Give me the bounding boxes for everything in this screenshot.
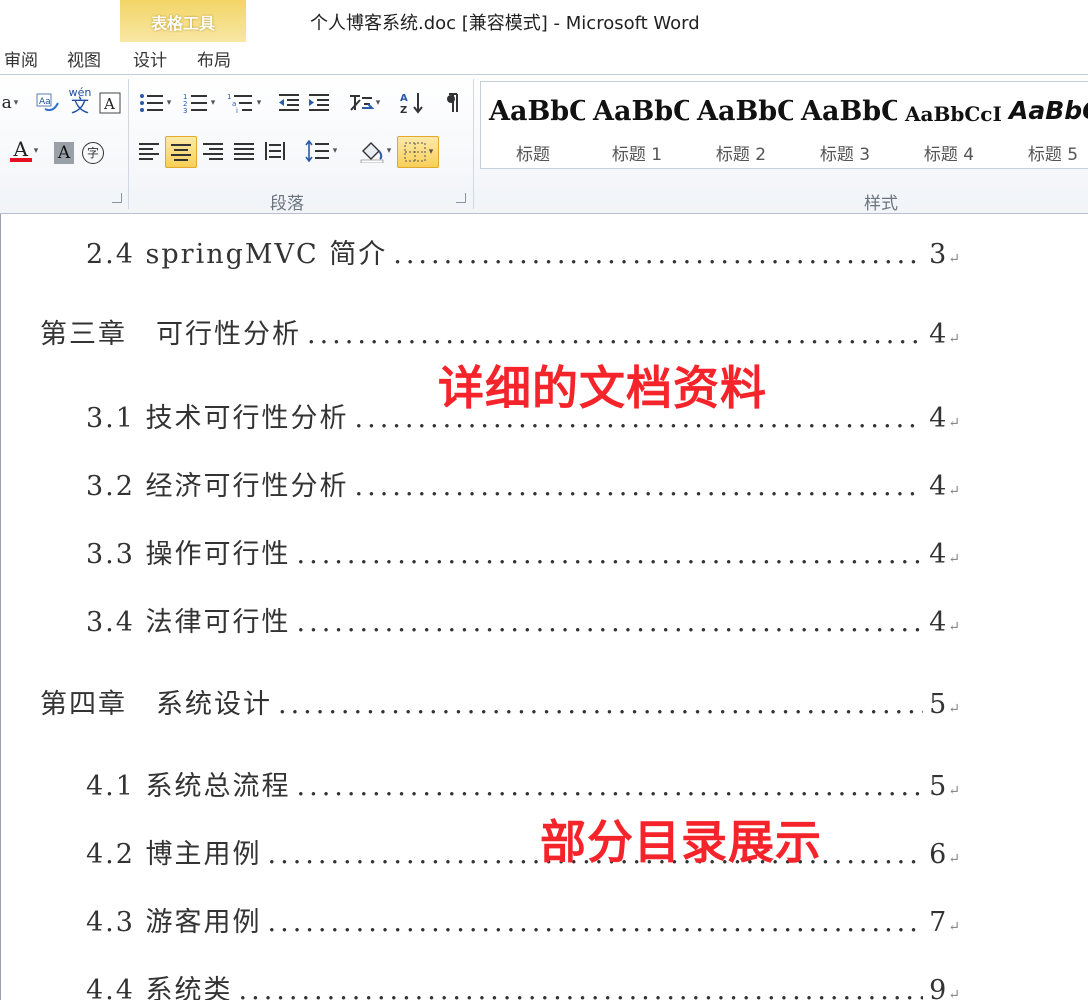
shading-bucket-icon[interactable]: ▾ [354, 137, 396, 165]
decrease-indent-icon[interactable] [276, 89, 302, 117]
toc-entry[interactable]: 第四章 系统设计 ...............................… [40, 682, 960, 722]
toc-entry[interactable]: 第三章 可行性分析 ..............................… [40, 312, 960, 352]
distributed-icon[interactable] [262, 137, 288, 165]
multilevel-list-icon[interactable]: 1 a i ▾ [224, 89, 264, 117]
tab-review[interactable]: 审阅 [4, 46, 38, 71]
svg-text:Aa: Aa [39, 97, 51, 107]
toc-leader: ........................................… [296, 539, 924, 570]
svg-text:i: i [236, 107, 238, 114]
toc-leader: ........................................… [296, 771, 924, 802]
character-shading-icon[interactable]: A [52, 139, 76, 167]
toc-entry[interactable]: 2.4 springMVC 简介 .......................… [86, 232, 960, 272]
enclose-characters-icon[interactable]: 字 [80, 139, 106, 167]
svg-text:3: 3 [183, 107, 187, 114]
ribbon-tabs: 审阅 视图 设计 布局 [0, 42, 1088, 74]
document-page[interactable]: 2.4 springMVC 简介 .......................… [0, 214, 1088, 1000]
toc-leader: ........................................… [393, 239, 923, 270]
justify-icon[interactable] [231, 137, 257, 165]
font-dialog-launcher-icon[interactable] [112, 193, 122, 203]
numbering-icon[interactable]: 1 2 3 ▾ [180, 89, 218, 117]
phonetic-guide-icon[interactable]: wén 文 [66, 87, 94, 116]
overlay-caption-top: 详细的文档资料 [438, 361, 767, 415]
font-color-swatch [9, 158, 32, 162]
align-right-icon[interactable] [200, 137, 226, 165]
style-heading-4[interactable]: AaBbCcI 标题 4 [897, 82, 1001, 168]
toc-leader: ........................................… [267, 907, 924, 938]
toc-leader: ........................................… [354, 471, 924, 502]
svg-text:1: 1 [227, 93, 231, 101]
bullets-icon[interactable]: ▾ [136, 89, 174, 117]
tab-design[interactable]: 设计 [133, 46, 167, 71]
toc-leader: ........................................… [296, 607, 924, 638]
toc-entry[interactable]: 4.2 博主用例 ...............................… [86, 832, 960, 872]
font-color-button[interactable]: A ▾ [4, 137, 44, 165]
group-separator [473, 79, 474, 209]
table-tools-header: 表格工具 [120, 0, 246, 42]
show-formatting-marks-icon[interactable] [442, 89, 466, 117]
sort-icon[interactable]: A Z [398, 89, 426, 117]
toc-entry[interactable]: 3.3 操作可行性 ..............................… [86, 532, 960, 572]
window-title: 个人博客系统.doc [兼容模式] - Microsoft Word [310, 13, 700, 34]
align-center-button[interactable] [165, 136, 197, 168]
toc-leader: ........................................… [238, 975, 924, 1000]
toc-leader: ........................................… [307, 319, 924, 350]
ribbon: a ▾ Aa wén 文 A A ▾ A 字 ▾ 1 2 3 ▾ 1 a i ▾… [0, 74, 1088, 214]
style-heading-2[interactable]: AaBbC 标题 2 [689, 82, 793, 168]
toc-leader: ........................................… [278, 689, 923, 720]
borders-icon [404, 142, 426, 162]
chinese-layout-icon[interactable]: ▾ [344, 89, 384, 117]
toc-entry[interactable]: 4.1 系统总流程 ..............................… [86, 764, 960, 804]
change-case-icon[interactable]: Aa [34, 89, 62, 117]
page-edge [0, 214, 1, 1000]
style-heading-5[interactable]: AaBbC 标题 5 [1001, 82, 1088, 168]
toc-entry[interactable]: 3.4 法律可行性 ..............................… [86, 600, 960, 640]
styles-gallery: AaBbC 标题 AaBbC 标题 1 AaBbC 标题 2 AaBbC 标题 … [480, 81, 1088, 169]
title-bar: 表格工具 个人博客系统.doc [兼容模式] - Microsoft Word [0, 0, 1088, 42]
overlay-caption-bottom: 部分目录展示 [540, 815, 822, 869]
svg-text:A: A [103, 95, 115, 113]
font-size-dropdown[interactable]: a ▾ [0, 89, 20, 117]
styles-group-label: 样式 [864, 194, 898, 214]
toc-entry[interactable]: 3.2 经济可行性分析 ............................… [86, 464, 960, 504]
increase-indent-icon[interactable] [306, 89, 332, 117]
paragraph-group-label: 段落 [270, 194, 304, 214]
toc-entry[interactable]: 4.4 系统类 ................................… [86, 968, 960, 1000]
tab-layout[interactable]: 布局 [197, 46, 231, 71]
svg-text:Z: Z [400, 105, 407, 115]
tab-view[interactable]: 视图 [67, 46, 101, 71]
group-separator [128, 79, 129, 209]
borders-button[interactable]: ▾ [397, 136, 439, 168]
style-heading-1[interactable]: AaBbC 标题 1 [585, 82, 689, 168]
character-border-icon[interactable]: A [98, 89, 122, 117]
line-spacing-icon[interactable]: ▾ [300, 137, 342, 165]
paragraph-dialog-launcher-icon[interactable] [456, 193, 466, 203]
svg-text:A: A [400, 93, 408, 104]
style-title[interactable]: AaBbC 标题 [481, 82, 585, 168]
style-heading-3[interactable]: AaBbC 标题 3 [793, 82, 897, 168]
align-center-icon [171, 144, 191, 161]
toc-entry[interactable]: 4.3 游客用例 ...............................… [86, 900, 960, 940]
table-tools-label: 表格工具 [150, 14, 215, 33]
align-left-icon[interactable] [136, 137, 162, 165]
